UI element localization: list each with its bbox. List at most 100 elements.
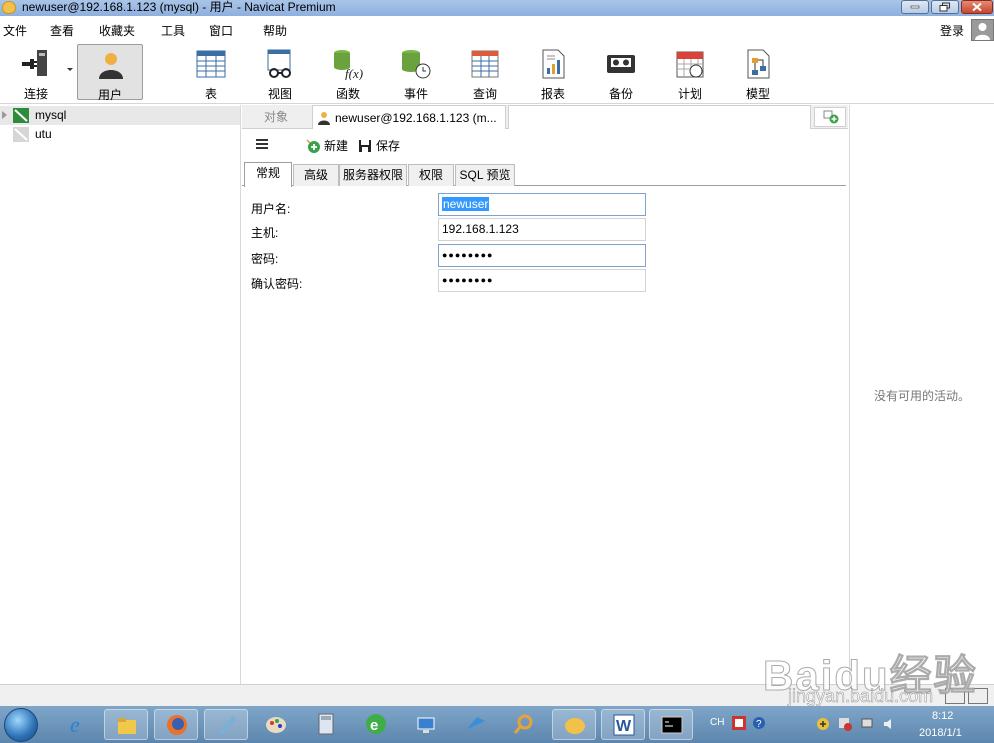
- username-field[interactable]: newuser: [438, 193, 646, 216]
- tab-user-label: newuser@192.168.1.123 (m...: [335, 111, 497, 125]
- calculator-taskbar-icon[interactable]: [304, 709, 348, 740]
- tree-item-mysql[interactable]: mysql: [0, 106, 240, 125]
- view-button[interactable]: 视图: [247, 44, 313, 101]
- backup-button[interactable]: 备份: [588, 44, 654, 101]
- calendar-icon: [676, 51, 704, 78]
- connect-dropdown-arrow-icon[interactable]: [67, 68, 73, 71]
- table-button[interactable]: 表: [178, 44, 244, 101]
- view-label: 视图: [267, 87, 292, 101]
- avatar[interactable]: [971, 19, 994, 41]
- confirm-password-label: 确认密码:: [251, 277, 303, 291]
- tree-item-utu[interactable]: utu: [0, 125, 240, 144]
- function-label: 函数: [335, 87, 360, 101]
- restore-button[interactable]: [931, 0, 959, 14]
- svg-text:W: W: [616, 718, 632, 735]
- backup-icon: [607, 55, 635, 73]
- clock-date[interactable]: 2018/1/1: [919, 727, 962, 739]
- tab-privileges[interactable]: 权限: [408, 164, 454, 186]
- save-icon: [359, 140, 371, 152]
- word-taskbar-icon[interactable]: W: [601, 709, 645, 740]
- ime-icon[interactable]: [732, 716, 746, 730]
- model-icon: [747, 49, 770, 79]
- new-label: 新建: [324, 139, 349, 153]
- status-bar: [0, 684, 994, 706]
- tab-general[interactable]: 常规: [244, 162, 292, 187]
- language-indicator[interactable]: CH: [710, 717, 724, 728]
- user-button[interactable]: 用户: [77, 44, 143, 102]
- menu-view[interactable]: 查看: [50, 22, 74, 39]
- paint-taskbar-icon[interactable]: [254, 709, 298, 740]
- shield-icon[interactable]: [816, 717, 830, 731]
- ie-taskbar-icon[interactable]: e: [56, 709, 100, 740]
- explorer-taskbar-icon[interactable]: [104, 709, 148, 740]
- tab-sql-preview[interactable]: SQL 预览: [455, 164, 515, 186]
- table-icon: [196, 50, 226, 78]
- host-field[interactable]: 192.168.1.123: [438, 218, 646, 241]
- menu-window[interactable]: 窗口: [209, 22, 233, 39]
- bird-app-taskbar-icon[interactable]: [454, 709, 498, 740]
- svg-text:f(x): f(x): [345, 66, 363, 80]
- login-button[interactable]: 登录: [940, 22, 964, 39]
- editor-toolbar: 新建 保存: [242, 129, 848, 159]
- detail-view-icon[interactable]: [968, 688, 988, 704]
- connect-button[interactable]: 连接: [3, 44, 69, 101]
- schedule-label: 计划: [677, 87, 702, 101]
- menu-help[interactable]: 帮助: [263, 22, 287, 39]
- connection-tree: mysql utu: [0, 105, 241, 684]
- menu-file[interactable]: 文件: [3, 22, 27, 39]
- tree-item-label: utu: [35, 127, 52, 141]
- minimize-button[interactable]: [901, 0, 929, 14]
- list-view-icon[interactable]: [945, 688, 965, 704]
- firefox-taskbar-icon[interactable]: [154, 709, 198, 740]
- expand-arrow-icon[interactable]: [2, 111, 7, 119]
- form-tabs: 常规 高级 服务器权限 权限 SQL 预览: [242, 162, 846, 187]
- add-tab-icon: [823, 110, 839, 124]
- plug-icon: [22, 50, 47, 76]
- query-button[interactable]: 查询: [452, 44, 518, 101]
- backup-label: 备份: [608, 87, 633, 101]
- event-button[interactable]: 事件: [383, 44, 449, 101]
- browser-taskbar-icon[interactable]: e: [354, 709, 398, 740]
- flag-icon[interactable]: [838, 717, 852, 731]
- event-label: 事件: [403, 87, 428, 101]
- schedule-button[interactable]: 计划: [657, 44, 723, 101]
- query-label: 查询: [472, 87, 497, 101]
- navicat-taskbar-icon[interactable]: [552, 709, 596, 740]
- activity-panel: 没有可用的活动。: [849, 105, 994, 684]
- close-button[interactable]: [961, 0, 993, 14]
- start-button[interactable]: [4, 708, 38, 742]
- report-button[interactable]: 报表: [520, 44, 586, 101]
- model-button[interactable]: 模型: [725, 44, 791, 101]
- function-icon: f(x): [334, 50, 363, 80]
- tab-user-editor[interactable]: newuser@192.168.1.123 (m...: [312, 105, 506, 129]
- event-icon: [402, 50, 431, 79]
- network-icon[interactable]: [860, 717, 874, 731]
- remote-desktop-taskbar-icon[interactable]: [404, 709, 448, 740]
- new-button[interactable]: 新建: [306, 138, 348, 154]
- user-label: 用户: [97, 88, 122, 102]
- user-icon: [99, 53, 123, 79]
- password-field[interactable]: ●●●●●●●●: [438, 244, 646, 267]
- svg-text:e: e: [370, 717, 378, 734]
- menu-tools[interactable]: 工具: [161, 22, 185, 39]
- confirm-password-field[interactable]: ●●●●●●●●: [438, 269, 646, 292]
- new-tab-button[interactable]: [814, 107, 846, 127]
- menu-favorites[interactable]: 收藏夹: [99, 22, 135, 39]
- tab-objects[interactable]: 对象: [242, 105, 310, 129]
- clock-time[interactable]: 8:12: [932, 710, 953, 722]
- add-icon: [306, 139, 320, 153]
- search-app-taskbar-icon[interactable]: [502, 709, 546, 740]
- username-value: newuser: [442, 197, 490, 211]
- menu-icon[interactable]: [256, 139, 268, 149]
- notebook-taskbar-icon[interactable]: [204, 709, 248, 740]
- tab-area-blank: [508, 105, 811, 129]
- tab-strip: 对象 newuser@192.168.1.123 (m...: [242, 105, 848, 129]
- tab-advanced[interactable]: 高级: [293, 164, 339, 186]
- function-button[interactable]: f(x) 函数: [315, 44, 381, 101]
- tab-server-privileges[interactable]: 服务器权限: [339, 164, 407, 186]
- help-icon[interactable]: ?: [752, 716, 766, 730]
- volume-icon[interactable]: [882, 717, 896, 731]
- cmd-taskbar-icon[interactable]: [649, 709, 693, 740]
- save-button[interactable]: 保存: [358, 138, 400, 154]
- username-label: 用户名:: [251, 202, 291, 216]
